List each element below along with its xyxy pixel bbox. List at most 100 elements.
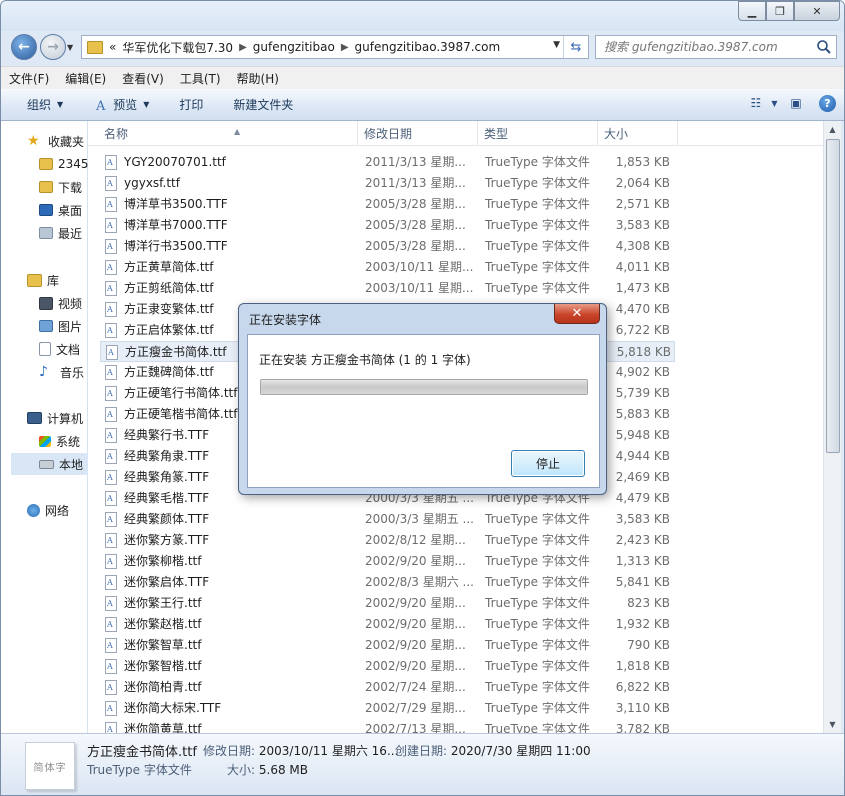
nav-lib-documents[interactable]: 文档 bbox=[39, 338, 80, 360]
nav-lib-music[interactable]: ♪ 音乐 bbox=[39, 361, 84, 383]
install-font-dialog: 正在安装字体 ✕ 正在安装 方正瘦金书简体 (1 的 1 字体) 停止 bbox=[238, 303, 607, 495]
menu-bar: 文件(F) 编辑(E) 查看(V) 工具(T) 帮助(H) bbox=[1, 66, 844, 89]
scroll-thumb[interactable] bbox=[826, 139, 840, 453]
column-date[interactable]: 修改日期 bbox=[358, 121, 478, 145]
nav-label: 2345 bbox=[58, 157, 89, 171]
file-row[interactable]: 迷你繁智楷.ttf 2002/9/20 星期... TrueType 字体文件 1,8… bbox=[100, 656, 675, 677]
file-row[interactable]: 迷你简黄草.ttf 2002/7/13 星期... TrueType 字体文件 3,7… bbox=[100, 719, 675, 733]
search-input[interactable] bbox=[602, 39, 816, 55]
print-label: 打印 bbox=[179, 98, 204, 112]
column-type[interactable]: 类型 bbox=[478, 121, 598, 145]
file-row[interactable]: 博洋草书7000.TTF 2005/3/28 星期... TrueType 字体文件… bbox=[100, 215, 675, 236]
column-name[interactable]: 名称 ▲ bbox=[98, 121, 358, 145]
nav-favorites[interactable]: ★ 收藏夹 bbox=[27, 130, 84, 152]
scroll-up-icon[interactable]: ▲ bbox=[824, 121, 841, 138]
recent-pages-dropdown[interactable]: ▼ bbox=[67, 43, 73, 52]
print-button[interactable]: 打印 bbox=[159, 89, 213, 120]
file-row[interactable]: 迷你繁王行.ttf 2002/9/20 星期... TrueType 字体文件 823… bbox=[100, 593, 675, 614]
nav-label: 桌面 bbox=[58, 203, 83, 218]
file-row[interactable]: 方正剪纸简体.ttf 2003/10/11 星期... TrueType 字体文件 1… bbox=[100, 278, 675, 299]
font-file-icon bbox=[105, 302, 117, 317]
details-type: TrueType 字体文件 bbox=[87, 763, 192, 777]
file-row[interactable]: 迷你繁赵楷.ttf 2002/9/20 星期... TrueType 字体文件 1,9… bbox=[100, 614, 675, 635]
nav-lib-videos[interactable]: 视频 bbox=[39, 292, 82, 314]
dialog-close-button[interactable]: ✕ bbox=[554, 304, 600, 324]
font-thumbnail: 简体字 bbox=[25, 742, 75, 790]
organize-button[interactable]: 组织 ▼ bbox=[1, 89, 73, 120]
column-size-label: 大小 bbox=[604, 127, 629, 141]
menu-file[interactable]: 文件(F) bbox=[1, 70, 57, 87]
back-button[interactable]: ← bbox=[11, 34, 37, 60]
nav-lib-pictures[interactable]: 图片 bbox=[39, 315, 82, 337]
file-row[interactable]: 迷你繁启体.TTF 2002/8/3 星期六 ... TrueType 字体文件 5,… bbox=[100, 572, 675, 593]
nav-fav-recent[interactable]: 最近 bbox=[39, 222, 82, 244]
file-row[interactable]: YGY20070701.ttf 2011/3/13 星期... TrueType 字… bbox=[100, 152, 675, 173]
nav-label: 系统 bbox=[56, 434, 81, 449]
scroll-down-icon[interactable]: ▼ bbox=[824, 716, 841, 733]
help-button[interactable]: ? bbox=[819, 94, 836, 112]
file-date: 2002/9/20 星期... bbox=[365, 638, 466, 652]
address-bar[interactable]: « 华军优化下载包7.30 ▶ gufengzitibao ▶ gufengzi… bbox=[81, 35, 589, 59]
nav-network[interactable]: 网络 bbox=[27, 499, 69, 521]
file-row[interactable]: ygyxsf.ttf 2011/3/13 星期... TrueType 字体文件 2,… bbox=[100, 173, 675, 194]
maximize-button[interactable]: ❐ bbox=[766, 1, 794, 21]
details-modified: 修改日期: 2003/10/11 星期六 16... bbox=[203, 742, 398, 759]
nav-libraries[interactable]: 库 bbox=[27, 269, 59, 291]
file-name: 迷你繁智楷.ttf bbox=[124, 659, 202, 673]
file-row[interactable]: 迷你简柏青.ttf 2002/7/24 星期... TrueType 字体文件 6,8… bbox=[100, 677, 675, 698]
close-icon: ✕ bbox=[571, 306, 583, 321]
forward-button[interactable]: → bbox=[40, 34, 66, 60]
close-button[interactable]: ✕ bbox=[794, 1, 840, 21]
nav-computer[interactable]: 计算机 bbox=[27, 407, 83, 429]
column-size[interactable]: 大小 bbox=[598, 121, 678, 145]
nav-network-label: 网络 bbox=[45, 503, 70, 518]
breadcrumb-separator-icon[interactable]: ▶ bbox=[239, 42, 247, 53]
breadcrumb-overflow[interactable]: « bbox=[109, 40, 116, 54]
nav-drive-system[interactable]: 系统 bbox=[39, 430, 80, 452]
search-box[interactable] bbox=[595, 35, 837, 59]
file-size: 3,782 KB bbox=[615, 722, 670, 733]
stop-button[interactable]: 停止 bbox=[511, 450, 585, 477]
minimize-button[interactable]: ▁ bbox=[738, 1, 766, 21]
nav-fav-2345[interactable]: 2345 bbox=[39, 153, 89, 175]
menu-edit[interactable]: 编辑(E) bbox=[57, 70, 114, 87]
search-icon[interactable] bbox=[816, 39, 832, 55]
file-row[interactable]: 迷你繁智草.ttf 2002/9/20 星期... TrueType 字体文件 790… bbox=[100, 635, 675, 656]
file-row[interactable]: 迷你繁柳楷.ttf 2002/9/20 星期... TrueType 字体文件 1,3… bbox=[100, 551, 675, 572]
breadcrumb-separator-icon[interactable]: ▶ bbox=[341, 42, 349, 53]
file-row[interactable]: 迷你简大标宋.TTF 2002/7/29 星期... TrueType 字体文件 3,… bbox=[100, 698, 675, 719]
file-row[interactable]: 迷你繁方篆.TTF 2002/8/12 星期... TrueType 字体文件 2,4… bbox=[100, 530, 675, 551]
preview-button[interactable]: A 预览 ▼ bbox=[73, 89, 159, 120]
file-row[interactable]: 博洋行书3500.TTF 2005/3/28 星期... TrueType 字体文件… bbox=[100, 236, 675, 257]
font-file-icon bbox=[105, 722, 117, 733]
menu-tools[interactable]: 工具(T) bbox=[172, 70, 229, 87]
breadcrumb-3[interactable]: gufengzitibao.3987.com bbox=[355, 40, 501, 54]
file-row[interactable]: 博洋草书3500.TTF 2005/3/28 星期... TrueType 字体文件… bbox=[100, 194, 675, 215]
vertical-scrollbar[interactable]: ▲ ▼ bbox=[823, 121, 841, 733]
breadcrumb-1[interactable]: 华军优化下载包7.30 bbox=[122, 39, 233, 56]
address-dropdown-icon[interactable]: ▼ bbox=[553, 40, 560, 50]
refresh-button[interactable]: ⇆ bbox=[563, 36, 588, 58]
font-file-icon bbox=[105, 554, 117, 569]
file-row[interactable]: 方正黄草简体.ttf 2003/10/11 星期... TrueType 字体文件 4… bbox=[100, 257, 675, 278]
file-date: 2011/3/13 星期... bbox=[365, 155, 466, 169]
network-icon bbox=[27, 503, 40, 517]
preview-pane-button[interactable]: ▣ bbox=[787, 94, 805, 112]
breadcrumb-2[interactable]: gufengzitibao bbox=[253, 40, 335, 54]
nav-fav-downloads[interactable]: 下载 bbox=[39, 176, 82, 198]
file-date: 2000/3/3 星期五 ... bbox=[365, 512, 474, 526]
details-view-icon: ☷ bbox=[750, 96, 762, 110]
file-name: 博洋行书3500.TTF bbox=[124, 239, 228, 253]
file-size: 4,470 KB bbox=[615, 302, 670, 316]
desktop-icon bbox=[39, 204, 53, 216]
nav-fav-desktop[interactable]: 桌面 bbox=[39, 199, 82, 221]
nav-drive-local[interactable]: 本地 bbox=[11, 453, 97, 475]
file-name: 迷你繁启体.TTF bbox=[124, 575, 210, 589]
view-options-button[interactable]: ☷ ▼ bbox=[751, 94, 778, 112]
chevron-down-icon: ▼ bbox=[57, 100, 64, 109]
new-folder-button[interactable]: 新建文件夹 bbox=[213, 89, 303, 120]
file-row[interactable]: 经典繁颜体.TTF 2000/3/3 星期五 ... TrueType 字体文件 3,… bbox=[100, 509, 675, 530]
back-arrow-icon: ← bbox=[18, 39, 30, 55]
menu-help[interactable]: 帮助(H) bbox=[229, 70, 287, 87]
menu-view[interactable]: 查看(V) bbox=[114, 70, 172, 87]
